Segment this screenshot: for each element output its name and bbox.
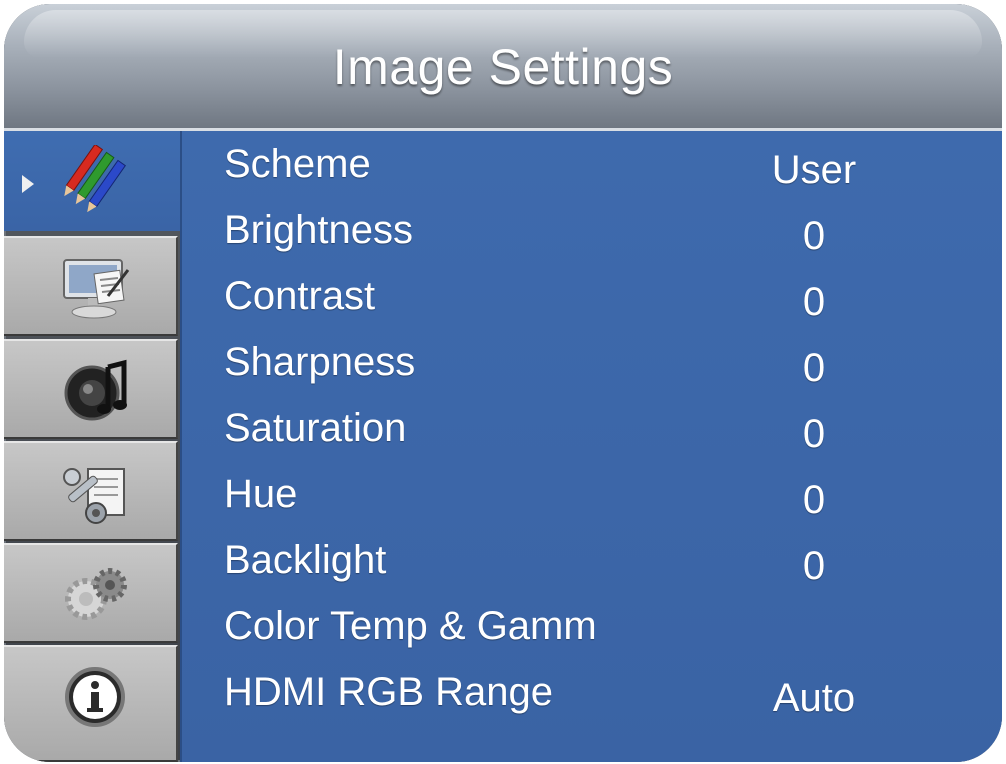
tab-picture[interactable] — [4, 131, 184, 231]
menu-item-value: 0 — [802, 346, 826, 390]
menu-item-label: Contrast — [224, 274, 376, 318]
menu-item-color-temp-gamma[interactable]: Color Temp & Gamm — [222, 593, 982, 659]
osd-window: Image Settings Scheme User Brightness 0 … — [4, 4, 1002, 762]
color-pencils-icon — [64, 145, 127, 213]
menu-item-label: Brightness — [224, 208, 413, 252]
header-bar: Image Settings — [4, 4, 1002, 131]
menu-item-label: Sharpness — [224, 340, 416, 384]
menu-item-label: HDMI RGB Range — [224, 670, 553, 714]
menu-item-scheme[interactable]: Scheme User — [222, 131, 982, 197]
menu-item-label: Saturation — [224, 406, 407, 450]
tab-display[interactable] — [4, 236, 178, 336]
menu-item-backlight[interactable]: Backlight 0 — [222, 527, 982, 593]
selection-arrow-icon — [22, 175, 34, 193]
tab-audio[interactable] — [4, 339, 178, 439]
menu-item-brightness[interactable]: Brightness 0 — [222, 197, 982, 263]
menu-item-label: Backlight — [224, 538, 387, 582]
menu-item-label: Hue — [224, 472, 298, 516]
menu-item-saturation[interactable]: Saturation 0 — [222, 395, 982, 461]
menu-item-value: 0 — [802, 280, 826, 324]
menu-item-value: 0 — [802, 478, 826, 522]
menu-item-hdmi-rgb-range[interactable]: HDMI RGB Range Auto — [222, 659, 982, 725]
sidebar — [4, 131, 184, 762]
menu-item-value: 0 — [802, 544, 826, 588]
monitor-notepad-icon — [63, 259, 130, 319]
menu-item-label: Color Temp & Gamm — [224, 604, 597, 648]
menu-item-contrast[interactable]: Contrast 0 — [222, 263, 982, 329]
wrench-document-icon — [63, 468, 125, 524]
menu-item-value: 0 — [802, 214, 826, 258]
info-icon — [65, 667, 125, 727]
speaker-music-icon — [64, 359, 127, 421]
menu-item-label: Scheme — [224, 142, 371, 186]
menu-item-hue[interactable]: Hue 0 — [222, 461, 982, 527]
menu-item-value: User — [771, 148, 857, 192]
settings-panel: Scheme User Brightness 0 Contrast 0 Shar… — [180, 131, 1002, 762]
tab-tools[interactable] — [4, 441, 178, 541]
menu-item-value: Auto — [772, 676, 856, 720]
menu-item-value: 0 — [802, 412, 826, 456]
tab-information[interactable] — [4, 645, 178, 762]
page-title: Image Settings — [332, 39, 674, 95]
gears-icon — [65, 568, 127, 620]
tab-settings[interactable] — [4, 543, 178, 643]
menu-item-sharpness[interactable]: Sharpness 0 — [222, 329, 982, 395]
